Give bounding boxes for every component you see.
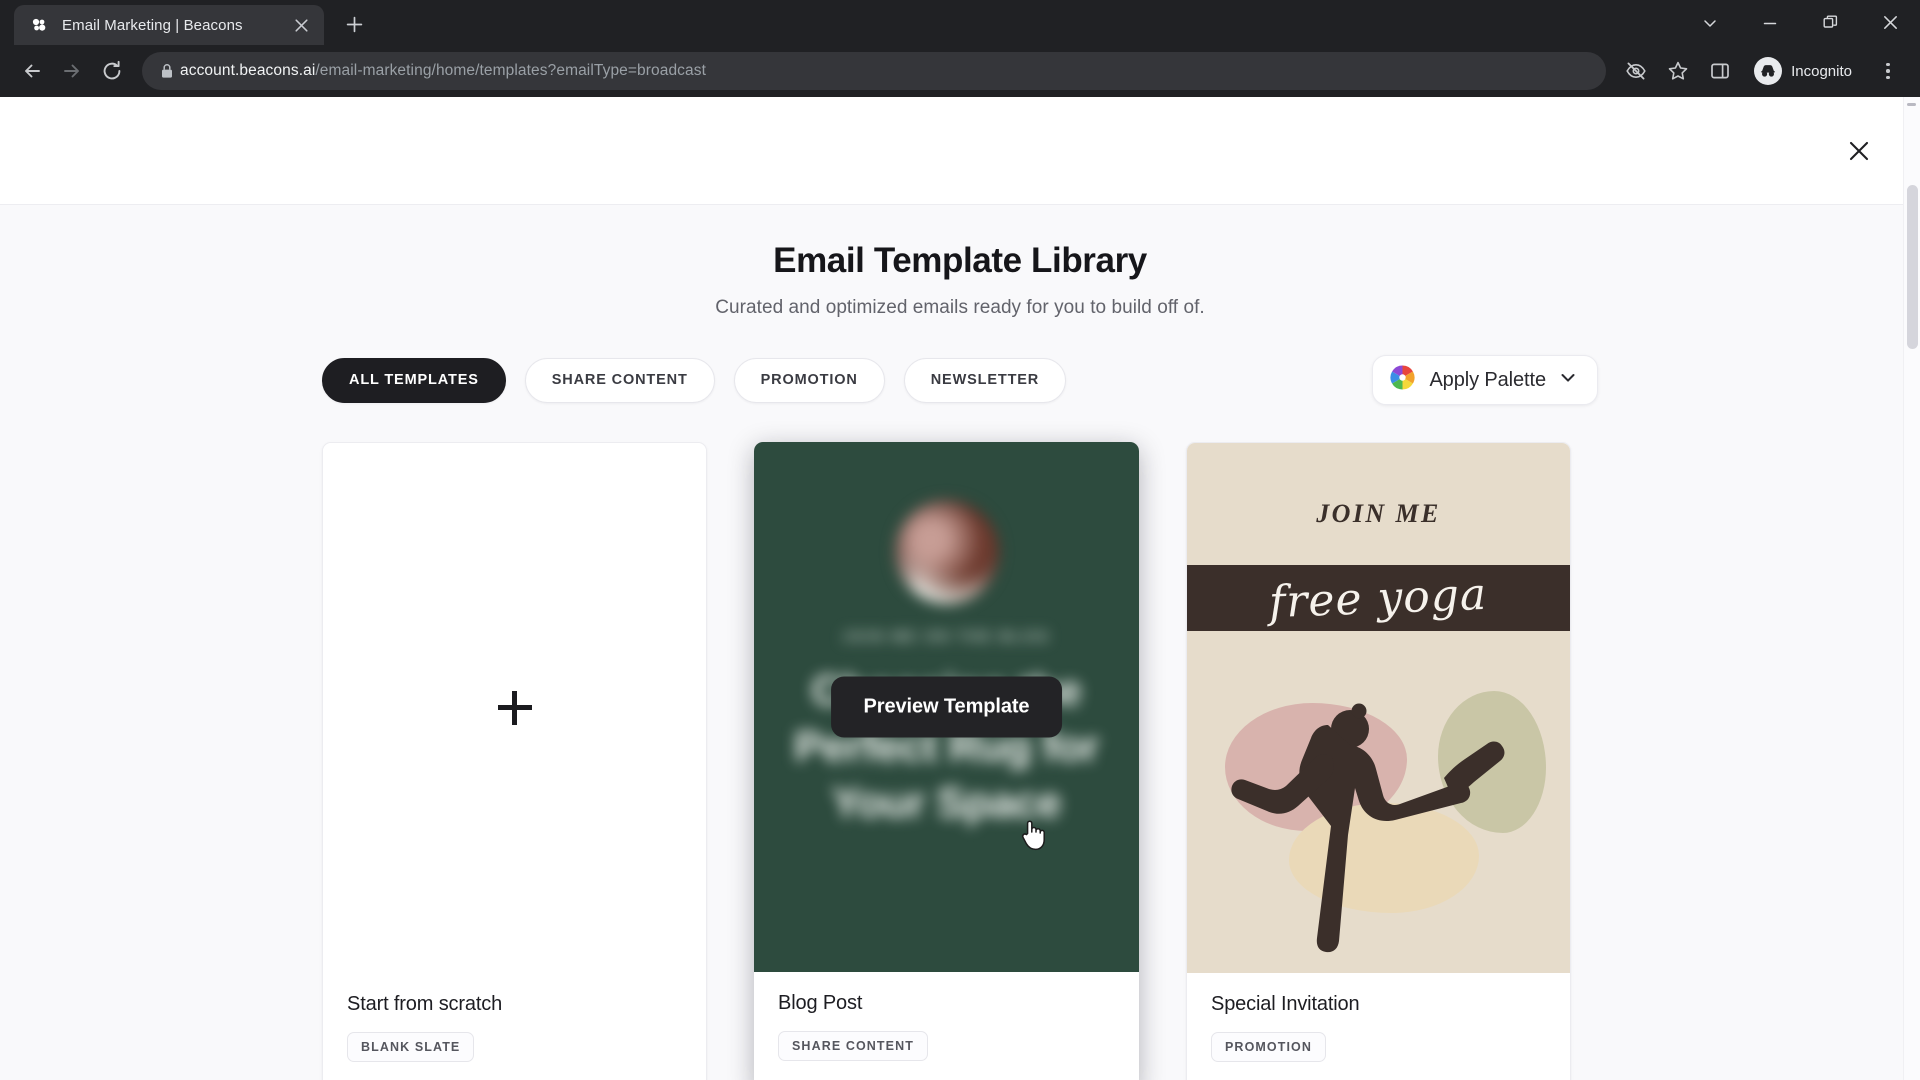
template-card-meta: Blog Post SHARE CONTENT	[754, 972, 1139, 1080]
template-card-meta: Special Invitation PROMOTION	[1187, 973, 1570, 1080]
url-text: account.beacons.ai/email-marketing/home/…	[180, 62, 706, 80]
browser-tab[interactable]: Email Marketing | Beacons	[14, 5, 324, 45]
beacons-favicon-icon	[30, 16, 48, 34]
filter-chip-label: NEWSLETTER	[930, 372, 1040, 388]
filter-chip-label: SHARE CONTENT	[551, 372, 688, 388]
tab-strip: Email Marketing | Beacons	[0, 0, 1920, 45]
scrollbar-thumb[interactable]	[1907, 185, 1918, 349]
modal-close-button[interactable]	[1842, 134, 1876, 168]
modal-header	[0, 97, 1920, 205]
blog-preview-kicker: JOIN ME ON THE BLOG	[842, 628, 1051, 644]
page-subtitle: Curated and optimized emails ready for y…	[715, 297, 1205, 318]
template-card-title: Special Invitation	[1211, 993, 1360, 1015]
template-card-blog-post[interactable]: JOIN ME ON THE BLOG Choosing the Perfect…	[754, 442, 1139, 1080]
template-thumbnail: JOIN ME free yoga	[1187, 443, 1570, 973]
preview-template-button[interactable]: Preview Template	[830, 676, 1063, 738]
filter-chip-all-templates[interactable]: ALL TEMPLATES	[322, 357, 506, 403]
browser-toolbar: account.beacons.ai/email-marketing/home/…	[0, 45, 1920, 97]
template-card-meta: Start from scratch BLANK SLATE	[323, 973, 706, 1080]
yoga-illustration	[1187, 631, 1570, 973]
filter-chip-promotion[interactable]: PROMOTION	[733, 357, 885, 403]
color-wheel-icon	[1389, 364, 1416, 396]
pointing-hand-cursor	[1018, 818, 1048, 852]
lock-icon	[154, 63, 180, 79]
chevron-down-icon	[1559, 369, 1577, 392]
side-panel-icon[interactable]	[1700, 51, 1740, 91]
avatar	[894, 500, 999, 604]
template-card-title: Blog Post	[778, 992, 863, 1014]
yoga-invitation-preview: JOIN ME free yoga	[1187, 443, 1570, 973]
filter-chip-label: PROMOTION	[760, 372, 858, 388]
tab-close-button[interactable]	[288, 12, 314, 38]
blog-post-preview: JOIN ME ON THE BLOG Choosing the Perfect…	[754, 442, 1139, 972]
plus-icon	[497, 691, 532, 725]
address-bar[interactable]: account.beacons.ai/email-marketing/home/…	[142, 52, 1607, 90]
star-icon[interactable]	[1658, 51, 1698, 91]
browser-window: Email Marketing | Beacons account.beacon…	[0, 0, 1920, 1080]
url-host: account.beacons.ai	[180, 62, 316, 79]
incognito-hat-icon	[1754, 57, 1783, 85]
tab-search-button[interactable]	[1680, 0, 1740, 45]
eye-off-icon[interactable]	[1616, 51, 1656, 91]
yoga-preview-band: free yoga	[1187, 565, 1570, 631]
filter-chip-group: ALL TEMPLATES SHARE CONTENT PROMOTION NE…	[322, 357, 1067, 403]
template-thumbnail	[323, 443, 706, 973]
page-content: Email Template Library Curated and optim…	[0, 97, 1920, 1080]
template-library-modal: Email Template Library Curated and optim…	[0, 205, 1920, 1080]
incognito-indicator[interactable]: Incognito	[1746, 52, 1866, 90]
new-tab-button[interactable]	[336, 6, 372, 42]
scrollbar-up-indicator[interactable]	[1907, 103, 1916, 106]
maximize-button[interactable]	[1800, 0, 1860, 45]
window-close-button[interactable]	[1860, 0, 1920, 45]
template-card-grid: Start from scratch BLANK SLATE JOIN ME O…	[0, 442, 1920, 1080]
back-arrow-icon[interactable]	[12, 51, 52, 91]
url-path: /email-marketing/home/templates?emailTyp…	[315, 62, 707, 79]
incognito-label: Incognito	[1791, 62, 1852, 80]
template-card-tag: PROMOTION	[1211, 1032, 1326, 1062]
controls-row: ALL TEMPLATES SHARE CONTENT PROMOTION NE…	[0, 355, 1920, 405]
reload-icon[interactable]	[92, 51, 132, 91]
forward-arrow-icon[interactable]	[52, 51, 92, 91]
template-card-tag: SHARE CONTENT	[778, 1031, 928, 1061]
tab-title: Email Marketing | Beacons	[62, 16, 243, 34]
template-card-special-invitation[interactable]: JOIN ME free yoga Special Invitation PRO…	[1186, 442, 1571, 1080]
apply-palette-label: Apply Palette	[1429, 368, 1546, 391]
filter-chip-newsletter[interactable]: NEWSLETTER	[903, 357, 1067, 403]
yoga-preview-band-text: free yoga	[1268, 568, 1489, 628]
template-card-start-from-scratch[interactable]: Start from scratch BLANK SLATE	[322, 442, 707, 1080]
page-scrollbar[interactable]	[1903, 97, 1920, 1080]
minimize-button[interactable]	[1740, 0, 1800, 45]
template-card-title: Start from scratch	[347, 993, 503, 1015]
page-title: Email Template Library	[773, 241, 1147, 280]
filter-chip-share-content[interactable]: SHARE CONTENT	[524, 357, 715, 403]
three-dot-menu-icon[interactable]	[1868, 49, 1908, 93]
yoga-preview-eyebrow: JOIN ME	[1316, 499, 1441, 528]
dancer-silhouette-icon	[1231, 703, 1505, 953]
toolbar-icons: Incognito	[1616, 49, 1908, 93]
template-thumbnail: JOIN ME ON THE BLOG Choosing the Perfect…	[754, 442, 1139, 972]
apply-palette-dropdown[interactable]: Apply Palette	[1372, 355, 1598, 405]
window-controls	[1680, 0, 1920, 45]
filter-chip-label: ALL TEMPLATES	[349, 372, 479, 388]
template-card-tag: BLANK SLATE	[347, 1032, 475, 1062]
